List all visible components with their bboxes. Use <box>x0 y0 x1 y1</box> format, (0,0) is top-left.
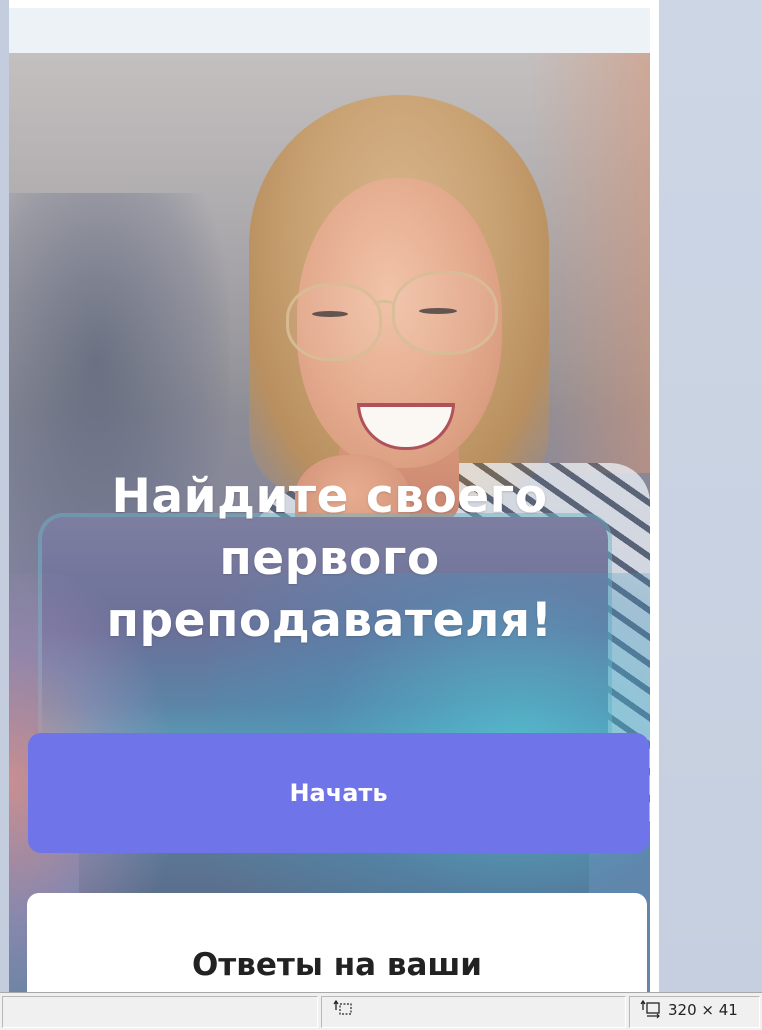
dimensions-icon <box>640 999 660 1019</box>
hero-headline: Найдите своего первого преподавателя! <box>106 469 553 648</box>
status-segment-cursor <box>321 996 626 1028</box>
glasses-bridge <box>373 300 395 311</box>
empty-canvas-area <box>659 0 762 992</box>
selection-cursor-icon <box>333 999 352 1015</box>
start-button[interactable]: Начать <box>28 733 649 853</box>
glasses-lens-left <box>286 283 382 361</box>
top-header-bar <box>9 8 650 53</box>
status-segment-main <box>2 996 318 1028</box>
left-rail <box>0 0 9 992</box>
faq-title: Ответы на ваши <box>191 947 483 983</box>
glasses-lens-right <box>392 271 498 355</box>
viewport-size-readout: 320 × 41 <box>668 1001 738 1019</box>
devtools-responsive-view: Найдите своего первого преподавателя! На… <box>0 0 762 1030</box>
status-bar: 320 × 41 <box>0 992 762 1030</box>
